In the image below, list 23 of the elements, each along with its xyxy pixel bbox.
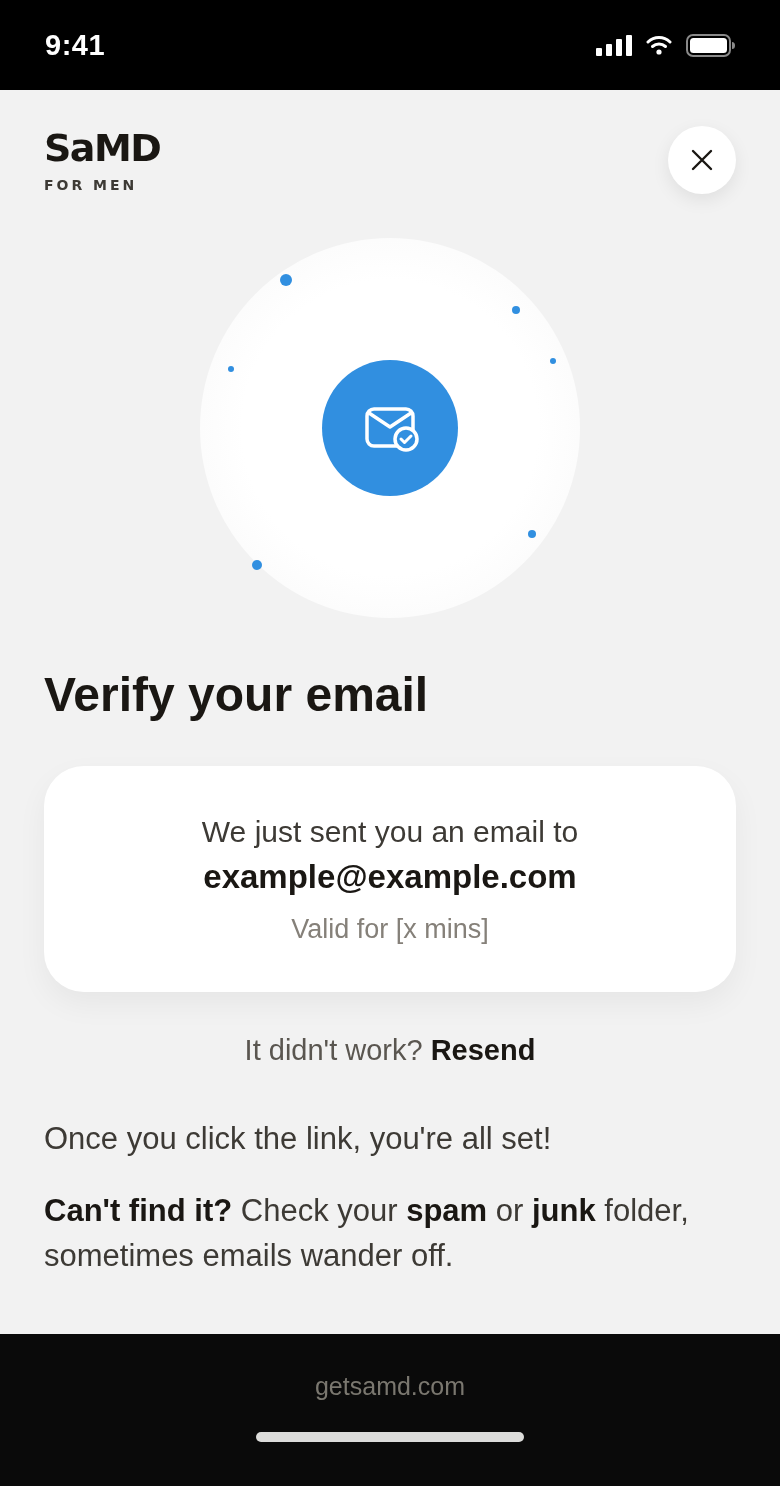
battery-icon <box>686 33 735 57</box>
dot-icon <box>528 530 536 538</box>
dot-icon <box>252 560 262 570</box>
dot-icon <box>512 306 520 314</box>
page-title: Verify your email <box>44 667 430 723</box>
resend-prompt: It didn't work? <box>244 1033 423 1068</box>
logo-tagline: FOR MEN <box>44 176 138 194</box>
help-text: Once you click the link, you're all set! <box>44 1120 553 1158</box>
signal-icon <box>596 34 632 56</box>
validity-note: Valid for [x mins] <box>291 913 489 946</box>
logo-wordmark: SaMD <box>44 126 161 170</box>
help-text: Can't find it? Check your spam or junk folder, sometimes emails wander off. <box>44 1192 690 1275</box>
status-time: 9:41 <box>45 28 106 62</box>
sent-message: We just sent you an email to <box>201 814 579 850</box>
envelope-check-icon <box>322 360 458 496</box>
browser-url: getsamd.com <box>314 1371 466 1402</box>
close-icon <box>691 149 713 171</box>
dot-icon <box>280 274 292 286</box>
dot-icon <box>550 358 556 364</box>
resend-link[interactable]: Resend <box>430 1030 536 1070</box>
wifi-icon <box>646 35 672 55</box>
email-address: example@example.com <box>203 857 577 897</box>
dot-icon <box>228 366 234 372</box>
